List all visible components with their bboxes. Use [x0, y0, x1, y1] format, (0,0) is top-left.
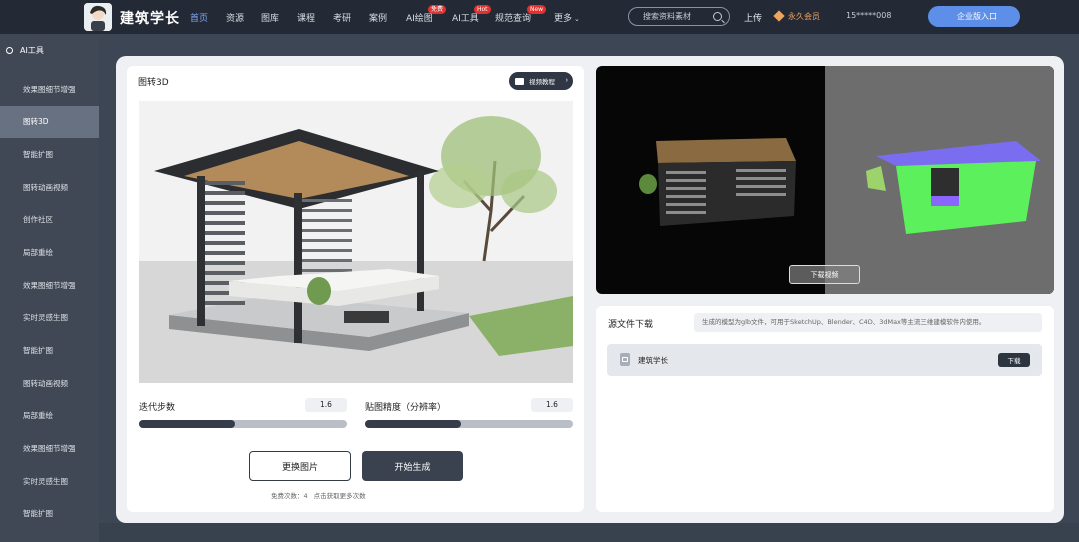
- 3d-preview[interactable]: [596, 66, 1054, 294]
- ai-tools-icon: [6, 47, 13, 54]
- start-generate-button[interactable]: 开始生成: [362, 451, 463, 481]
- nav-home[interactable]: 首页: [190, 11, 208, 24]
- nav-courses[interactable]: 课程: [297, 11, 315, 24]
- texture-label: 贴图精度（分辨率）: [365, 403, 447, 413]
- model-preview-render: [639, 138, 1041, 234]
- file-icon: [620, 353, 630, 366]
- sidebar-item-image-to-video[interactable]: 图转动画视频: [0, 368, 99, 400]
- sidebar-item-detail-enhance[interactable]: 效果图细节增强: [0, 270, 99, 302]
- sidebar-heading-label: AI工具: [20, 46, 44, 55]
- source-file-card: [596, 306, 1054, 512]
- sidebar-item-inpaint[interactable]: 局部重绘: [0, 237, 99, 269]
- video-tutorial-button[interactable]: 视频教程 ›: [509, 72, 573, 90]
- iterations-slider[interactable]: [139, 420, 347, 428]
- chevron-down-icon: ⌄: [574, 15, 580, 23]
- search-icon[interactable]: [713, 12, 722, 21]
- nav-more[interactable]: 更多 ⌄: [554, 11, 580, 24]
- sidebar-item-community[interactable]: 创作社区: [0, 204, 99, 236]
- texture-value[interactable]: 1.6: [531, 398, 573, 412]
- badge-free: 免费: [428, 5, 447, 14]
- texture-slider-fill: [365, 420, 461, 428]
- nav-more-label: 更多: [554, 14, 573, 24]
- vip-label: 永久会员: [788, 12, 820, 21]
- sidebar: AI工具 效果图细节增强 图转3D 智能扩图 图转动画视频 创作社区 局部重绘 …: [0, 34, 99, 542]
- badge-hot: Hot: [474, 5, 491, 14]
- free-count: 免费次数：4 点击获取更多次数: [271, 490, 366, 500]
- vip-link[interactable]: 永久会员: [773, 10, 820, 22]
- nav-gallery[interactable]: 图库: [261, 11, 279, 24]
- tutorial-label: 视频教程: [529, 79, 555, 86]
- sidebar-item-detail-enhance[interactable]: 效果图细节增强: [0, 74, 99, 106]
- enterprise-label: 企业版入口: [957, 12, 997, 21]
- pavilion-render: [139, 101, 573, 383]
- nav-resources[interactable]: 资源: [226, 11, 244, 24]
- nav-cases[interactable]: 案例: [369, 11, 387, 24]
- badge-new: New: [527, 5, 547, 14]
- file-name: 建筑学长: [638, 356, 668, 365]
- sidebar-item-image-to-3d[interactable]: 图转3D: [0, 106, 99, 138]
- iterations-label: 迭代步数: [139, 403, 176, 413]
- iterations-slider-fill: [139, 420, 235, 428]
- sidebar-item-outpaint[interactable]: 智能扩图: [0, 335, 99, 367]
- nav-exam[interactable]: 考研: [333, 11, 351, 24]
- download-video-button[interactable]: 下载视频: [789, 265, 860, 284]
- source-title: 源文件下载: [608, 320, 654, 330]
- input-image[interactable]: [139, 101, 573, 383]
- user-phone[interactable]: 15*****008: [846, 11, 891, 20]
- chevron-right-icon: ›: [565, 77, 568, 84]
- sidebar-item-realtime[interactable]: 实时灵感生图: [0, 466, 99, 498]
- sidebar-item-realtime[interactable]: 实时灵感生图: [0, 302, 99, 334]
- card-title: 图转3D: [138, 78, 169, 88]
- get-more-link[interactable]: 点击获取更多次数: [314, 492, 366, 500]
- texture-slider[interactable]: [365, 420, 573, 428]
- download-button[interactable]: 下载: [998, 353, 1030, 367]
- iterations-value[interactable]: 1.6: [305, 398, 347, 412]
- video-icon: [515, 78, 524, 85]
- change-image-button[interactable]: 更换图片: [249, 451, 351, 481]
- source-note: 生成的模型为glb文件，可用于SketchUp、Blender、C4D、3dMa…: [694, 313, 1042, 332]
- brand-logo[interactable]: [84, 3, 112, 31]
- brand-name[interactable]: 建筑学长: [120, 8, 180, 28]
- page-bottom: [99, 523, 1079, 542]
- nav-standards[interactable]: 规范查询: [495, 11, 531, 24]
- sidebar-item-image-to-video[interactable]: 图转动画视频: [0, 172, 99, 204]
- sidebar-item-detail-enhance[interactable]: 效果图细节增强: [0, 433, 99, 465]
- upload-link[interactable]: 上传: [744, 11, 762, 24]
- sidebar-item-inpaint[interactable]: 局部重绘: [0, 400, 99, 432]
- sidebar-item-outpaint[interactable]: 智能扩图: [0, 139, 99, 171]
- sidebar-item-outpaint[interactable]: 智能扩图: [0, 498, 99, 530]
- enterprise-button[interactable]: 企业版入口: [928, 6, 1020, 27]
- sidebar-heading: AI工具: [6, 45, 44, 56]
- search-input[interactable]: [643, 9, 709, 23]
- diamond-icon: [773, 10, 785, 22]
- free-count-text: 免费次数：4: [271, 492, 308, 500]
- file-row: [607, 344, 1042, 376]
- search-box: [628, 7, 730, 26]
